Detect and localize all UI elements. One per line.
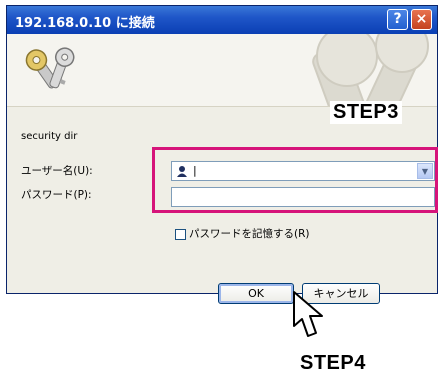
keys-icon — [25, 47, 75, 89]
step4-label: STEP4 — [300, 352, 366, 374]
step3-highlight — [152, 147, 438, 213]
remember-password[interactable]: パスワードを記憶する(R) — [175, 226, 310, 241]
title-bar[interactable]: 192.168.0.10 に接続 ? × — [7, 6, 437, 34]
username-label: ユーザー名(U): — [21, 165, 93, 177]
window-title: 192.168.0.10 に接続 — [15, 16, 155, 31]
help-button[interactable]: ? — [387, 9, 408, 30]
remember-label[interactable]: パスワードを記憶する(R) — [189, 228, 310, 240]
keys-watermark-icon — [312, 34, 429, 106]
remember-checkbox[interactable] — [175, 228, 186, 240]
ok-button[interactable]: OK — [218, 283, 294, 304]
step3-label: STEP3 — [330, 101, 402, 124]
password-label: パスワード(P): — [21, 189, 92, 201]
mouse-pointer-icon — [293, 291, 323, 337]
banner — [7, 34, 437, 107]
realm-text: security dir — [21, 131, 78, 142]
close-button[interactable]: × — [411, 9, 432, 30]
